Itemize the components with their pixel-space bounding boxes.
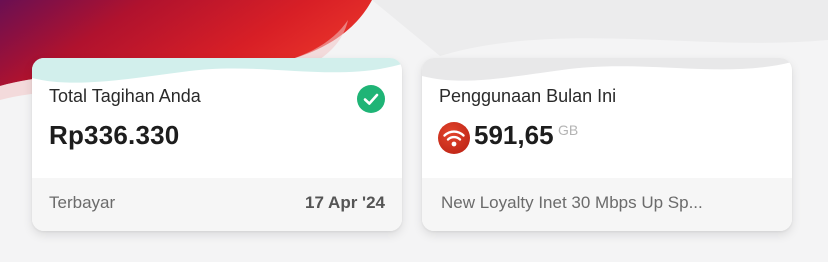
bill-amount: Rp336.330 xyxy=(49,120,180,150)
payment-status: Terbayar xyxy=(49,193,116,212)
package-name: New Loyalty Inet 30 Mbps Up Sp... xyxy=(441,193,703,212)
bill-title: Total Tagihan Anda xyxy=(49,86,201,106)
usage-value: 591,65 xyxy=(474,120,554,150)
payment-date: 17 Apr '24 xyxy=(305,193,385,212)
bill-footer: Terbayar 17 Apr '24 xyxy=(32,178,402,231)
bill-card[interactable]: Total Tagihan Anda Rp336.330 Terbayar 17… xyxy=(32,58,402,231)
usage-card[interactable]: Penggunaan Bulan Ini 591,65 GB New Loyal… xyxy=(422,58,792,231)
check-circle-icon xyxy=(357,85,385,113)
wifi-icon xyxy=(438,122,470,154)
usage-title: Penggunaan Bulan Ini xyxy=(439,86,617,106)
usage-unit: GB xyxy=(558,122,579,138)
usage-footer: New Loyalty Inet 30 Mbps Up Sp... xyxy=(422,178,792,231)
